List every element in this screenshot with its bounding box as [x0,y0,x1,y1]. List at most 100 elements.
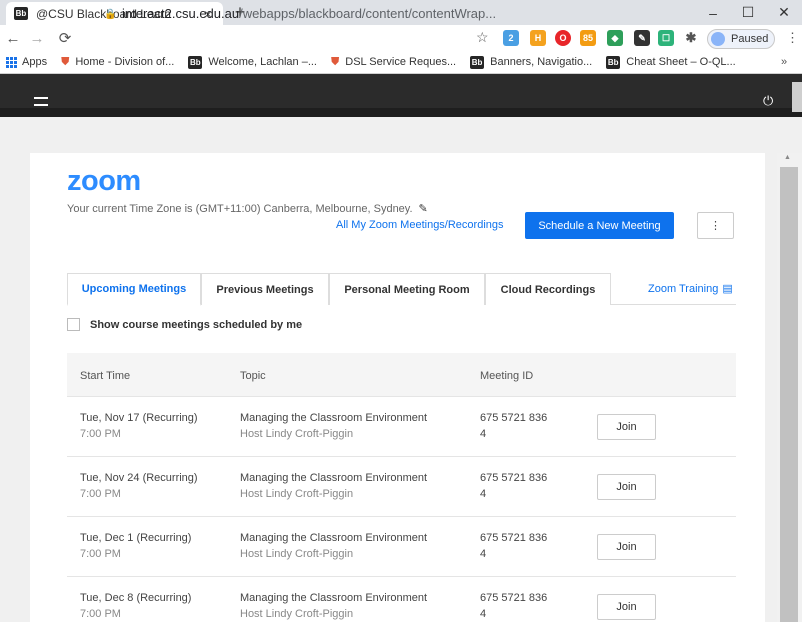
join-button[interactable]: Join [597,594,656,620]
forward-icon[interactable]: → [27,30,47,47]
column-topic: Topic [240,370,266,382]
meeting-time: 7:00 PM [80,428,121,440]
table-row: Tue, Nov 24 (Recurring) 7:00 PM Managing … [67,457,736,517]
meeting-host: Host Lindy Croft-Piggin [240,608,354,620]
meeting-time: 7:00 PM [80,608,121,620]
extension-1-icon[interactable]: 2 [503,30,519,46]
bookmark-label: Cheat Sheet – O-QL... [626,56,736,68]
schedule-meeting-button[interactable]: Schedule a New Meeting [525,212,674,239]
table-header: Start Time Topic Meeting ID [67,353,736,397]
column-start-time: Start Time [80,370,131,382]
extension-opera-icon[interactable]: O [555,30,571,46]
page-scrollbar-thumb[interactable] [792,82,802,112]
meeting-id: 675 5721 836 [480,532,548,544]
address-bar[interactable]: 🔒 interact2.csu.edu.au/webapps/blackboar… [104,3,502,24]
zoom-training-label: Zoom Training [648,282,719,295]
meeting-host: Host Lindy Croft-Piggin [240,488,354,500]
start-time-cell: Tue, Dec 1 (Recurring) 7:00 PM [80,530,191,562]
document-icon: ▤ [722,283,733,295]
browser-menu-icon[interactable]: ⋮ [786,30,799,46]
extension-clipboard-icon[interactable]: ☐ [658,30,674,46]
reload-icon[interactable]: ⟳ [55,29,75,47]
meeting-topic[interactable]: Managing the Classroom Environment [240,530,427,546]
minimize-button[interactable]: – [693,0,733,25]
meeting-id-suffix: 4 [480,428,487,440]
meeting-id-cell: 675 5721 836 4 [480,530,547,562]
tab-cloud-recordings[interactable]: Cloud Recordings [485,273,611,305]
bookmark-label: DSL Service Reques... [345,56,457,68]
meeting-id-cell: 675 5721 836 4 [480,590,547,622]
all-meetings-link[interactable]: All My Zoom Meetings/Recordings [336,219,504,231]
blackboard-icon: Bb [188,55,203,69]
meeting-date: Tue, Dec 1 (Recurring) [80,532,192,544]
join-button[interactable]: Join [597,474,656,500]
logout-power-icon[interactable]: ⏻ [763,93,773,109]
bookmark-label: Home - Division of... [75,56,175,68]
more-options-button[interactable]: ⋮ [697,212,734,239]
meeting-id-suffix: 4 [480,608,487,620]
topic-cell: Managing the Classroom Environment Host L… [240,470,427,502]
frame-scrollbar-thumb[interactable] [780,167,798,622]
meeting-id-cell: 675 5721 836 4 [480,410,547,442]
extension-rss-icon[interactable]: 85 [580,30,596,46]
content-right-margin [765,153,777,622]
bookmark-welcome[interactable]: Bb Welcome, Lachlan –... [188,55,317,69]
meeting-topic[interactable]: Managing the Classroom Environment [240,410,427,426]
tab-upcoming-meetings[interactable]: Upcoming Meetings [67,273,201,306]
scroll-up-arrow-icon[interactable]: ▲ [784,154,791,161]
url-host: interact2.csu.edu.au [122,6,240,21]
extension-diamond-icon[interactable]: ◆ [607,30,623,46]
meeting-id: 675 5721 836 [480,592,548,604]
zoom-logo: zoom [67,165,141,197]
timezone-info: Your current Time Zone is (GMT+11:00) Ca… [67,202,428,216]
meeting-id: 675 5721 836 [480,412,548,424]
extensions-puzzle-icon[interactable]: ✱ [683,30,699,46]
back-icon[interactable]: ← [3,30,23,47]
blackboard-icon: Bb [606,55,621,69]
table-row: Tue, Nov 17 (Recurring) 7:00 PM Managing … [67,397,736,457]
meeting-id-suffix: 4 [480,548,487,560]
menu-hamburger-icon[interactable] [34,97,48,106]
meeting-id-cell: 675 5721 836 4 [480,470,547,502]
blackboard-icon: Bb [470,55,485,69]
blackboard-favicon-icon: Bb [14,7,28,20]
browser-toolbar: ← → ⟳ [0,25,802,51]
topic-cell: Managing the Classroom Environment Host L… [240,410,427,442]
tab-previous-meetings[interactable]: Previous Meetings [201,273,329,305]
content-left-margin [0,153,30,622]
topic-cell: Managing the Classroom Environment Host L… [240,530,427,562]
topic-cell: Managing the Classroom Environment Host L… [240,590,427,622]
meeting-topic[interactable]: Managing the Classroom Environment [240,590,427,606]
star-icon[interactable]: ☆ [476,29,489,46]
bookmark-dsl-service[interactable]: ⛊ DSL Service Reques... [331,56,456,69]
bookmark-home-division[interactable]: ⛊ Home - Division of... [61,56,174,69]
edit-pencil-icon[interactable]: ✎ [419,202,428,215]
start-time-cell: Tue, Dec 8 (Recurring) 7:00 PM [80,590,191,622]
bookmarks-overflow-icon[interactable]: » [781,56,787,68]
meeting-time: 7:00 PM [80,548,121,560]
bookmark-banners[interactable]: Bb Banners, Navigatio... [470,55,592,69]
bookmark-apps[interactable]: Apps [6,56,47,68]
bookmark-cheat-sheet[interactable]: Bb Cheat Sheet – O-QL... [606,55,736,69]
window-close-button[interactable]: ✕ [764,0,802,25]
url-path: /webapps/blackboard/content/contentWrap.… [239,6,497,21]
timezone-text: Your current Time Zone is (GMT+11:00) Ca… [67,202,413,215]
profile-button[interactable]: Paused [707,29,775,49]
zoom-training-link[interactable]: Zoom Training ▤ [648,282,733,296]
join-button[interactable]: Join [597,414,656,440]
show-course-meetings-checkbox[interactable] [67,318,80,331]
meeting-host: Host Lindy Croft-Piggin [240,548,354,560]
show-course-meetings[interactable]: Show course meetings scheduled by me [67,318,302,331]
profile-status: Paused [731,33,769,45]
avatar [711,32,725,46]
extension-honey-icon[interactable]: H [530,30,546,46]
join-button[interactable]: Join [597,534,656,560]
maximize-button[interactable]: ☐ [728,0,768,25]
shield-icon: ⛊ [61,55,70,68]
content-top-band [0,117,802,153]
bookmark-label: Apps [22,56,48,68]
tab-personal-meeting-room[interactable]: Personal Meeting Room [329,273,485,305]
bookmark-label: Welcome, Lachlan –... [208,56,317,68]
meeting-topic[interactable]: Managing the Classroom Environment [240,470,427,486]
extension-pen-icon[interactable]: ✎ [634,30,650,46]
